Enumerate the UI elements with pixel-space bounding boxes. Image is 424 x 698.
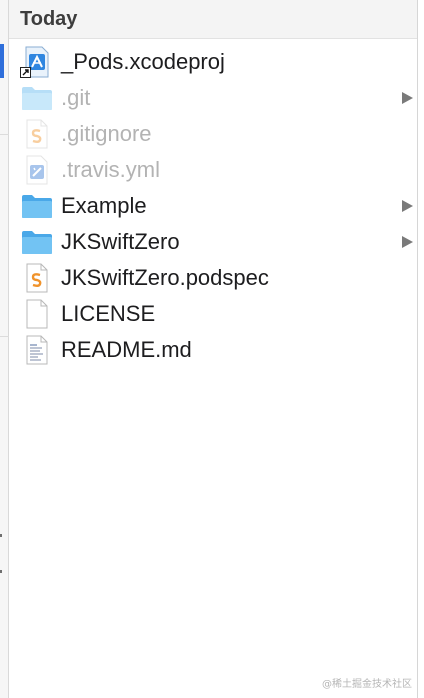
file-name: .gitignore	[61, 121, 152, 146]
alias-arrow-icon	[20, 67, 31, 78]
gutter-mark	[0, 534, 2, 537]
file-name: JKSwiftZero.podspec	[61, 265, 269, 290]
file-row[interactable]: _Pods.xcodeproj	[9, 44, 417, 80]
disclosure-triangle-icon[interactable]	[402, 92, 413, 104]
swift-file-icon	[19, 118, 55, 150]
file-row[interactable]: Example	[9, 188, 417, 224]
file-row[interactable]: JKSwiftZero	[9, 224, 417, 260]
group-title: Today	[20, 7, 78, 30]
folder-icon	[19, 82, 55, 114]
disclosure-triangle-icon[interactable]	[402, 200, 413, 212]
gutter-mark	[0, 570, 2, 573]
swift-file-icon	[19, 262, 55, 294]
file-row[interactable]: JKSwiftZero.podspec	[9, 260, 417, 296]
column-divider[interactable]	[417, 0, 418, 698]
file-row[interactable]: LICENSE	[9, 296, 417, 332]
file-row[interactable]: .git	[9, 80, 417, 116]
text-document-icon	[19, 334, 55, 366]
file-row[interactable]: README.md	[9, 332, 417, 368]
file-row[interactable]: .gitignore	[9, 116, 417, 152]
gutter-divider	[0, 336, 9, 337]
file-row[interactable]: .travis.yml	[9, 152, 417, 188]
adjacent-column-edge	[0, 0, 9, 698]
file-name: Example	[61, 193, 147, 218]
file-name: .travis.yml	[61, 157, 160, 182]
watermark: @稀土掘金技术社区	[322, 679, 412, 690]
finder-column[interactable]: Today _Pods.xcodeproj .git .gitignore .t…	[9, 0, 417, 698]
group-header: Today	[9, 0, 417, 39]
file-name: .git	[61, 85, 91, 110]
gutter-divider	[0, 134, 9, 135]
disclosure-triangle-icon[interactable]	[402, 236, 413, 248]
xcodeproj-icon	[19, 46, 55, 78]
folder-icon	[19, 190, 55, 222]
folder-icon	[19, 226, 55, 258]
file-name: _Pods.xcodeproj	[61, 49, 225, 74]
yml-file-icon	[19, 154, 55, 186]
selection-indicator	[0, 44, 4, 78]
blank-document-icon	[19, 298, 55, 330]
file-name: README.md	[61, 337, 192, 362]
file-name: LICENSE	[61, 301, 156, 326]
file-name: JKSwiftZero	[61, 229, 180, 254]
file-list: _Pods.xcodeproj .git .gitignore .travis.…	[9, 44, 417, 368]
